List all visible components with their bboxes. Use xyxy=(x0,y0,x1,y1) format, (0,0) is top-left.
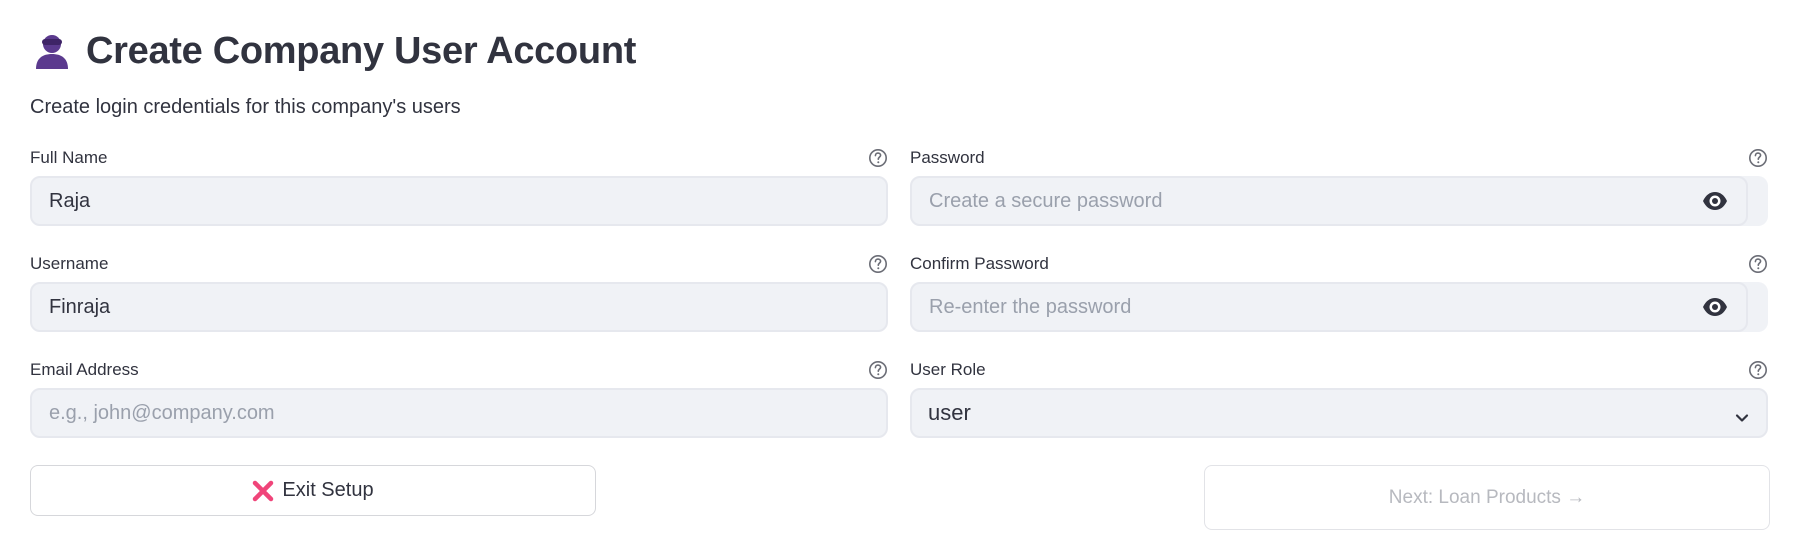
full-name-label: Full Name xyxy=(30,148,108,167)
username-input[interactable]: Finraja xyxy=(30,282,888,332)
username-label: Username xyxy=(30,254,109,273)
user-role-select[interactable]: user xyxy=(910,388,1768,438)
chevron-down-icon xyxy=(1734,406,1750,422)
exit-setup-button[interactable]: Exit Setup xyxy=(30,465,596,516)
user-icon xyxy=(30,29,74,73)
exit-setup-label: Exit Setup xyxy=(282,479,374,501)
confirm-password-placeholder: Re-enter the password xyxy=(929,295,1132,318)
question-circle-icon[interactable] xyxy=(1748,254,1768,274)
email-placeholder: e.g., john@company.com xyxy=(49,401,275,424)
page-header: Create Company User Account xyxy=(30,26,636,76)
question-circle-icon[interactable] xyxy=(868,148,888,168)
confirm-password-input-wrapper: Re-enter the password xyxy=(910,282,1768,332)
eye-icon[interactable] xyxy=(1702,295,1728,319)
page-subtitle: Create login credentials for this compan… xyxy=(30,96,461,118)
question-circle-icon[interactable] xyxy=(868,360,888,380)
page-title: Create Company User Account xyxy=(86,29,637,72)
full-name-value: Raja xyxy=(49,189,91,212)
next-loan-products-button[interactable]: Next: Loan Products → xyxy=(1204,465,1770,530)
email-label: Email Address xyxy=(30,360,139,379)
question-circle-icon[interactable] xyxy=(1748,360,1768,380)
eye-icon[interactable] xyxy=(1702,189,1728,213)
password-input[interactable]: Create a secure password xyxy=(910,176,1748,226)
full-name-input[interactable]: Raja xyxy=(30,176,888,226)
question-circle-icon[interactable] xyxy=(1748,148,1768,168)
username-value: Finraja xyxy=(49,295,111,318)
x-mark-icon xyxy=(252,480,274,502)
password-input-wrapper: Create a secure password xyxy=(910,176,1768,226)
password-placeholder: Create a secure password xyxy=(929,189,1163,212)
confirm-password-input[interactable]: Re-enter the password xyxy=(910,282,1748,332)
question-circle-icon[interactable] xyxy=(868,254,888,274)
confirm-password-label: Confirm Password xyxy=(910,254,1049,273)
user-role-label: User Role xyxy=(910,360,986,379)
user-role-selected-value: user xyxy=(928,400,971,425)
password-label: Password xyxy=(910,148,985,167)
email-input[interactable]: e.g., john@company.com xyxy=(30,388,888,438)
next-loan-products-label: Next: Loan Products → xyxy=(1388,486,1586,508)
